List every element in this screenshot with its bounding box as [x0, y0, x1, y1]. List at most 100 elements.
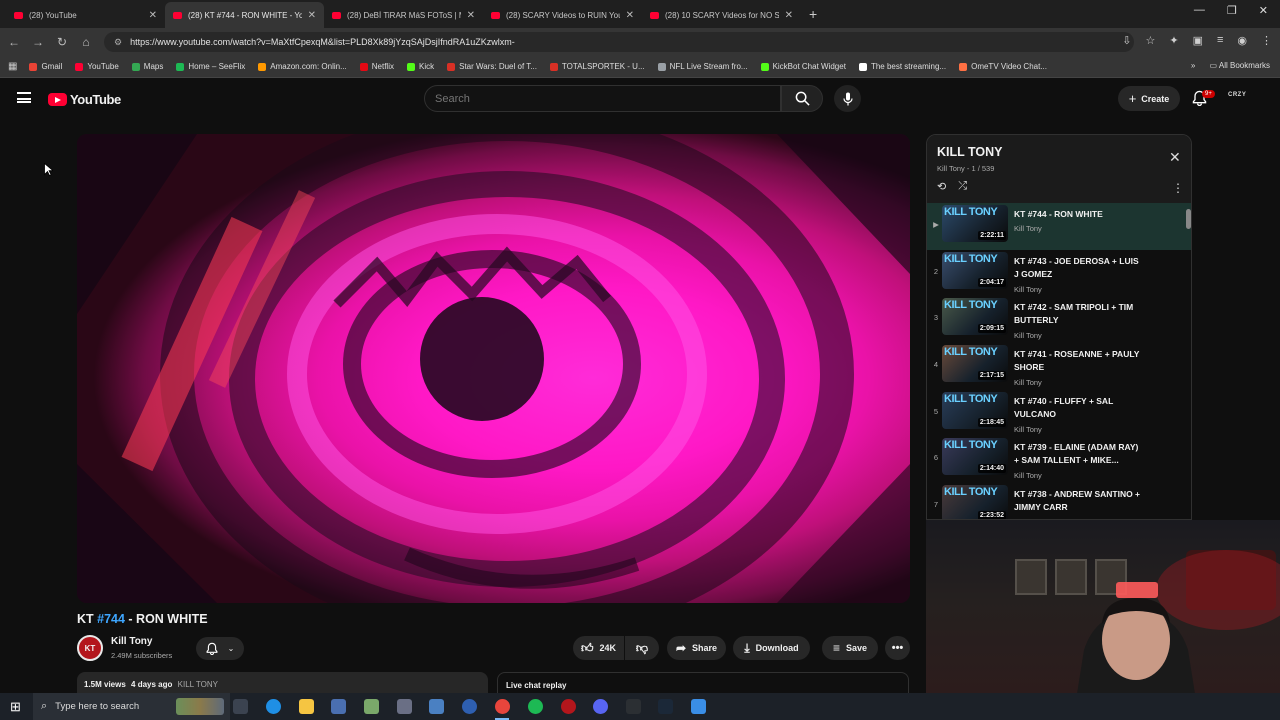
playlist-title[interactable]: KILL TONY [937, 145, 1003, 159]
bookmark-item[interactable]: TOTALSPORTEK - U... [549, 62, 645, 71]
file-explorer-icon[interactable] [299, 699, 314, 714]
app-icon-2[interactable] [429, 699, 444, 714]
bookmark-item[interactable]: Netflix [359, 62, 394, 71]
forward-icon[interactable]: → [26, 35, 50, 49]
video-player[interactable] [77, 134, 910, 603]
media-icon[interactable]: ≡ [1217, 34, 1223, 47]
playlist-menu-icon[interactable]: ⋮ [1172, 181, 1184, 195]
edge-icon[interactable] [266, 699, 281, 714]
chrome-icon[interactable] [495, 699, 510, 714]
subscribed-button[interactable]: ⌄ [196, 637, 244, 660]
browser-tab[interactable]: (28) SCARY Videos to RUIN You ✕ [483, 2, 642, 28]
restore-icon[interactable]: ❐ [1227, 4, 1237, 17]
profile-icon[interactable]: ◉ [1237, 34, 1247, 47]
site-info-icon[interactable]: ⚙ [114, 37, 122, 48]
shuffle-icon[interactable]: ⤮ [958, 180, 967, 193]
spotify-icon[interactable] [528, 699, 543, 714]
search-input[interactable] [424, 85, 781, 112]
apps-icon[interactable]: ▦ [8, 61, 17, 72]
like-button[interactable]: 👍︎ 24K [573, 636, 624, 660]
browser-tab[interactable]: (28) YouTube ✕ [6, 2, 165, 28]
dislike-button[interactable]: 👎︎ [625, 636, 659, 660]
news-widget[interactable] [176, 698, 224, 715]
back-icon[interactable]: ← [2, 35, 26, 49]
extensions-icon[interactable]: ✦ [1169, 34, 1178, 47]
voice-search-button[interactable] [834, 85, 861, 112]
browser-tab[interactable]: (28) KT #744 - RON WHITE - Yo ✕ [165, 2, 324, 28]
install-icon[interactable]: ⇩ [1122, 34, 1131, 47]
create-button[interactable]: + Create [1118, 86, 1180, 111]
steam-icon[interactable] [658, 699, 673, 714]
bookmark-item[interactable]: Gmail [29, 62, 62, 71]
bookmark-item[interactable]: Maps [131, 62, 163, 71]
loop-icon[interactable]: ⟲ [937, 180, 946, 193]
bookmark-item[interactable]: Amazon.com: Onlin... [258, 62, 347, 71]
playlist-item[interactable]: 2 KILL TONY 2:04:17 KT #743 - JOE DEROSA + … [927, 250, 1191, 297]
video-thumbnail[interactable]: KILL TONY 2:09:15 [942, 298, 1008, 336]
discord-icon[interactable] [593, 699, 608, 714]
obs-icon[interactable] [626, 699, 641, 714]
bookmark-item[interactable]: Kick [406, 62, 434, 71]
close-window-icon[interactable]: ✕ [1259, 4, 1268, 17]
bookmark-item[interactable]: KickBot Chat Widget [760, 62, 846, 71]
kebab-menu-icon[interactable]: ⋮ [1261, 34, 1272, 47]
youtube-logo[interactable]: YouTube [48, 92, 121, 107]
bookmark-item[interactable]: OmeTV Video Chat... [959, 62, 1047, 71]
playlist-item[interactable]: ▶ KILL TONY 2:22:11 KT #744 - RON WHITE Kill… [927, 203, 1191, 250]
playlist-item[interactable]: 5 KILL TONY 2:18:45 KT #740 - FLUFFY + SAL … [927, 390, 1191, 437]
bookmark-item[interactable]: The best streaming... [858, 62, 946, 71]
sidepanel-icon[interactable]: ▣ [1193, 34, 1203, 47]
playlist-item[interactable]: 3 KILL TONY 2:09:15 KT #742 - SAM TRIPOLI +… [927, 296, 1191, 343]
app-icon-3[interactable] [462, 699, 477, 714]
download-button[interactable]: ⤓ Download [733, 636, 810, 660]
all-bookmarks[interactable]: » ▭ All Bookmarks [1191, 61, 1270, 70]
channel-name[interactable]: Kill Tony [111, 636, 152, 647]
playlist-item[interactable]: 7 KILL TONY 2:23:52 KT #738 - ANDREW SANTIN… [927, 483, 1191, 519]
windows-start-icon[interactable]: ⊞ [10, 699, 21, 715]
video-thumbnail[interactable]: KILL TONY 2:17:15 [942, 345, 1008, 383]
thumbs-down-icon: 👎︎ [635, 640, 649, 655]
more-actions-button[interactable]: ••• [885, 636, 910, 660]
minimize-icon[interactable]: — [1194, 4, 1205, 17]
home-icon[interactable]: ⌂ [74, 35, 98, 49]
channel-tag[interactable]: KILL TONY [178, 680, 218, 689]
close-tab-icon[interactable]: ✕ [467, 10, 475, 21]
bookmark-item[interactable]: NFL Live Stream fro... [657, 62, 748, 71]
playlist-item[interactable]: 6 KILL TONY 2:14:40 KT #739 - ELAINE (ADAM … [927, 436, 1191, 483]
app-icon-4[interactable] [561, 699, 576, 714]
bookmark-item[interactable]: YouTube [75, 62, 119, 71]
reload-icon[interactable]: ↻ [50, 35, 74, 49]
account-avatar[interactable]: CRZY [1228, 92, 1246, 98]
channel-avatar[interactable]: KT [77, 635, 103, 661]
close-tab-icon[interactable]: ✕ [626, 10, 634, 21]
video-thumbnail[interactable]: KILL TONY 2:22:11 [942, 205, 1008, 242]
bookmark-item[interactable]: Home – SeeFlix [176, 62, 245, 71]
close-tab-icon[interactable]: ✕ [785, 10, 793, 21]
close-tab-icon[interactable]: ✕ [149, 10, 157, 21]
browser-tab[interactable]: (28) DeBİ TiRAR MáS FOToS | M ✕ [324, 2, 483, 28]
search-button[interactable] [781, 85, 823, 112]
more-icon[interactable]: » [1191, 61, 1195, 70]
close-tab-icon[interactable]: ✕ [308, 10, 316, 21]
video-thumbnail[interactable]: KILL TONY 2:18:45 [942, 391, 1008, 429]
close-playlist-icon[interactable]: ✕ [1169, 149, 1181, 166]
video-thumbnail[interactable]: KILL TONY 2:04:17 [942, 251, 1008, 289]
app-icon[interactable] [397, 699, 412, 714]
calculator-icon[interactable] [364, 699, 379, 714]
bookmark-star-icon[interactable]: ☆ [1145, 34, 1155, 47]
hashtag-link[interactable]: #744 [97, 612, 125, 626]
bookmark-item[interactable]: Star Wars: Duel of T... [447, 62, 537, 71]
video-thumbnail[interactable]: KILL TONY 2:14:40 [942, 438, 1008, 476]
browser-tab[interactable]: (28) 10 SCARY Videos for NO S ✕ [642, 2, 801, 28]
store-icon[interactable] [331, 699, 346, 714]
share-button[interactable]: ➦ Share [667, 636, 726, 660]
video-thumbnail[interactable]: KILL TONY 2:23:52 [942, 485, 1008, 519]
app-icon-5[interactable] [691, 699, 706, 714]
hamburger-menu-icon[interactable] [17, 92, 31, 103]
task-view-icon[interactable] [233, 699, 248, 714]
playlist-scrollbar[interactable] [1186, 209, 1191, 229]
playlist-item[interactable]: 4 KILL TONY 2:17:15 KT #741 - ROSEANNE + PA… [927, 343, 1191, 390]
new-tab-button[interactable]: + [809, 6, 817, 22]
save-button[interactable]: ≡ Save [822, 636, 878, 660]
address-bar[interactable]: ⚙ https://www.youtube.com/watch?v=MaXtfC… [104, 32, 1134, 52]
